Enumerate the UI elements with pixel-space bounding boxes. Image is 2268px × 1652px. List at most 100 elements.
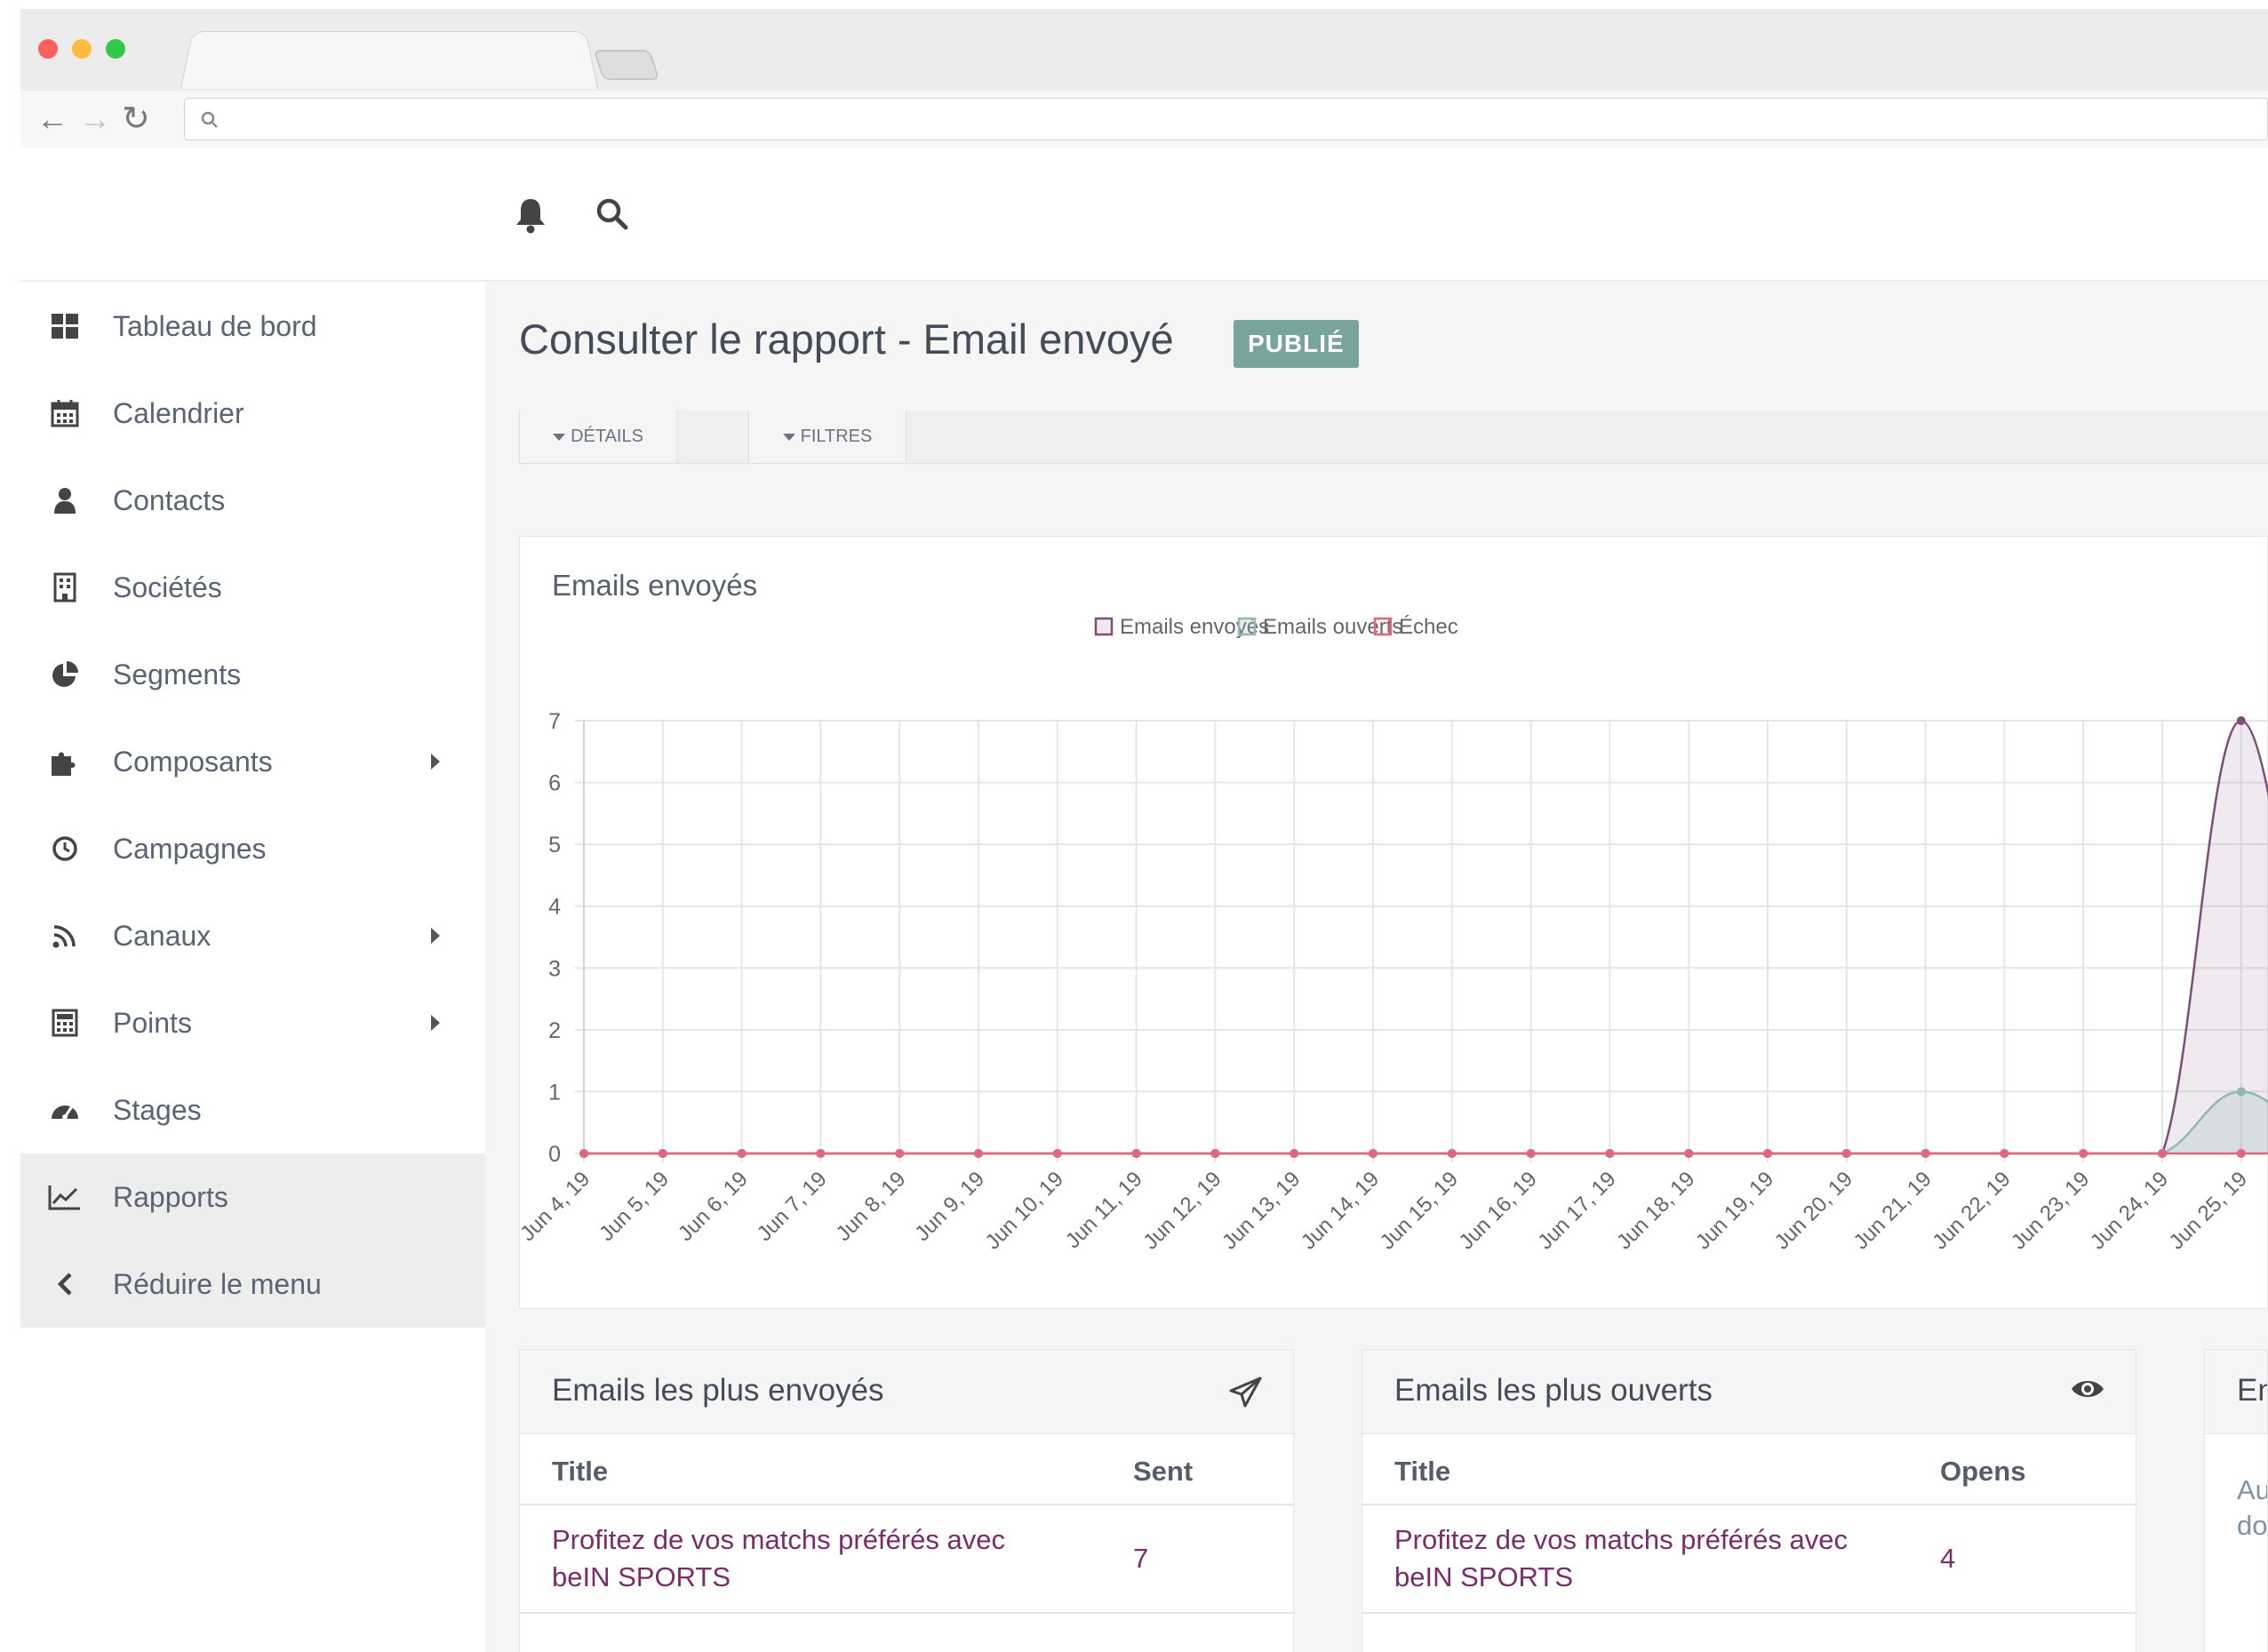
data-point[interactable] <box>1131 1149 1141 1158</box>
legend-swatch[interactable] <box>1237 617 1257 636</box>
x-tick-label: Jun 11, 19 <box>1061 1167 1147 1253</box>
clock-icon <box>47 831 83 866</box>
collapse-menu-label: Réduire le menu <box>113 1267 322 1300</box>
data-point[interactable] <box>1763 1149 1772 1158</box>
data-point[interactable] <box>2000 1149 2009 1158</box>
data-point[interactable] <box>1447 1149 1457 1158</box>
data-point[interactable] <box>658 1149 667 1158</box>
forward-arrow-icon[interactable]: → <box>79 101 111 137</box>
legend-swatch[interactable] <box>1094 617 1114 636</box>
y-tick-label: 2 <box>548 1018 561 1043</box>
data-point[interactable] <box>1210 1149 1220 1158</box>
back-arrow-icon[interactable]: ← <box>36 101 68 137</box>
details-toggle-button[interactable]: DÉTAILS <box>519 411 677 464</box>
browser-nav-row: ← → ↻ <box>20 91 2268 148</box>
reload-icon[interactable]: ↻ <box>122 101 150 137</box>
email-title-link[interactable]: Profitez de vos matchs préférés avec beI… <box>1394 1521 1892 1596</box>
column-header-title: Title <box>552 1456 609 1487</box>
data-point[interactable] <box>1605 1149 1615 1158</box>
data-point[interactable] <box>974 1149 983 1158</box>
chevron-right-icon[interactable] <box>431 754 440 770</box>
sidebar-item-label: Rapports <box>113 1180 228 1213</box>
data-point[interactable] <box>1052 1149 1062 1158</box>
data-point[interactable] <box>895 1149 905 1158</box>
table-row: Profitez de vos matchs préférés avec beI… <box>1362 1505 2136 1614</box>
filters-toggle-button[interactable]: FILTRES <box>748 411 906 464</box>
sent-count: 7 <box>1133 1543 1149 1574</box>
close-window-button[interactable] <box>38 39 58 59</box>
x-tick-label: Jun 16, 19 <box>1454 1167 1541 1254</box>
table-row: Profitez de vos matchs préférés avec beI… <box>520 1505 1293 1614</box>
card-header: Emails les plus envoyés <box>520 1350 1293 1434</box>
card-title: En <box>2237 1373 2267 1408</box>
sidebar-item-companies[interactable]: Sociétés <box>20 544 485 631</box>
data-point[interactable] <box>1369 1149 1378 1158</box>
maximize-window-button[interactable] <box>106 39 125 59</box>
x-tick-label: Jun 13, 19 <box>1218 1167 1305 1254</box>
data-point[interactable] <box>2079 1149 2088 1158</box>
x-tick-label: Jun 6, 19 <box>674 1167 753 1246</box>
sidebar-item-stages[interactable]: Stages <box>20 1066 485 1153</box>
chevron-right-icon[interactable] <box>431 928 440 944</box>
minimize-window-button[interactable] <box>72 39 92 59</box>
data-point[interactable] <box>1526 1149 1536 1158</box>
data-point[interactable] <box>2236 1149 2246 1158</box>
y-tick-label: 0 <box>548 1142 561 1167</box>
eye-icon <box>2072 1381 2104 1397</box>
legend-swatch[interactable] <box>1373 617 1393 636</box>
series-line <box>583 1090 2268 1155</box>
sidebar-item-calendar[interactable]: Calendrier <box>20 370 485 457</box>
sidebar-item-contacts[interactable]: Contacts <box>20 457 485 544</box>
data-point[interactable] <box>1921 1149 1930 1158</box>
emails-sent-chart: 0 1 2 3 4 5 6 7 Jun 4, 19 Jun 5, 19 Jun 6, 19 Jun 7… <box>520 615 2268 1255</box>
legend-label[interactable]: Échec <box>1399 615 1458 639</box>
data-point[interactable] <box>2236 716 2246 725</box>
address-bar[interactable] <box>184 98 2268 140</box>
x-tick-label: Jun 14, 19 <box>1297 1167 1384 1254</box>
y-tick-label: 1 <box>548 1080 561 1105</box>
data-point[interactable] <box>1684 1149 1694 1158</box>
card-header: En <box>2205 1350 2267 1434</box>
x-tick-label: Jun 9, 19 <box>910 1167 989 1246</box>
chevron-right-icon[interactable] <box>431 1015 440 1031</box>
x-tick-label: Jun 22, 19 <box>1928 1167 2015 1254</box>
data-point[interactable] <box>2236 1087 2246 1097</box>
data-point[interactable] <box>2158 1149 2167 1158</box>
sidebar-item-channels[interactable]: Canaux <box>20 892 485 979</box>
chevron-left-icon <box>47 1266 83 1302</box>
x-tick-label: Jun 20, 19 <box>1770 1167 1857 1254</box>
x-tick-label: Jun 10, 19 <box>981 1167 1068 1254</box>
pie-chart-icon <box>47 657 83 692</box>
series-line <box>583 719 2268 1155</box>
x-tick-label: Jun 25, 19 <box>2165 1167 2252 1254</box>
sidebar-item-components[interactable]: Composants <box>20 718 485 805</box>
sidebar-item-dashboard[interactable]: Tableau de bord <box>20 283 485 370</box>
sidebar-item-reports[interactable]: Rapports <box>20 1153 485 1241</box>
collapse-menu-button[interactable]: Réduire le menu <box>20 1241 485 1328</box>
browser-tab[interactable] <box>180 31 598 89</box>
column-header-sent: Sent <box>1133 1456 1194 1487</box>
most-sent-emails-card: Emails les plus envoyés Title Sent Profi… <box>519 1349 1294 1652</box>
bell-icon[interactable] <box>514 196 547 234</box>
data-point[interactable] <box>579 1149 588 1158</box>
email-title-link[interactable]: Profitez de vos matchs préférés avec beI… <box>552 1521 1050 1596</box>
sidebar-item-segments[interactable]: Segments <box>20 631 485 718</box>
new-tab-button[interactable] <box>593 50 660 80</box>
sidebar-item-points[interactable]: Points <box>20 979 485 1066</box>
building-icon <box>47 570 83 605</box>
sidebar-item-label: Composants <box>113 745 273 778</box>
sidebar-item-campaigns[interactable]: Campagnes <box>20 805 485 892</box>
data-point[interactable] <box>1841 1149 1851 1158</box>
x-tick-label: Jun 4, 19 <box>520 1167 595 1246</box>
sidebar-item-label: Stages <box>113 1093 202 1126</box>
data-point[interactable] <box>737 1149 747 1158</box>
data-point[interactable] <box>816 1149 826 1158</box>
sidebar-item-label: Canaux <box>113 919 212 952</box>
y-tick-label: 4 <box>548 895 561 920</box>
rss-icon <box>47 918 83 954</box>
search-icon[interactable] <box>595 196 630 232</box>
caret-down-icon <box>553 433 566 441</box>
data-point[interactable] <box>1290 1149 1299 1158</box>
sidebar: Tableau de bord Calendrier Contacts Soci… <box>20 283 485 1652</box>
search-icon <box>201 111 218 128</box>
